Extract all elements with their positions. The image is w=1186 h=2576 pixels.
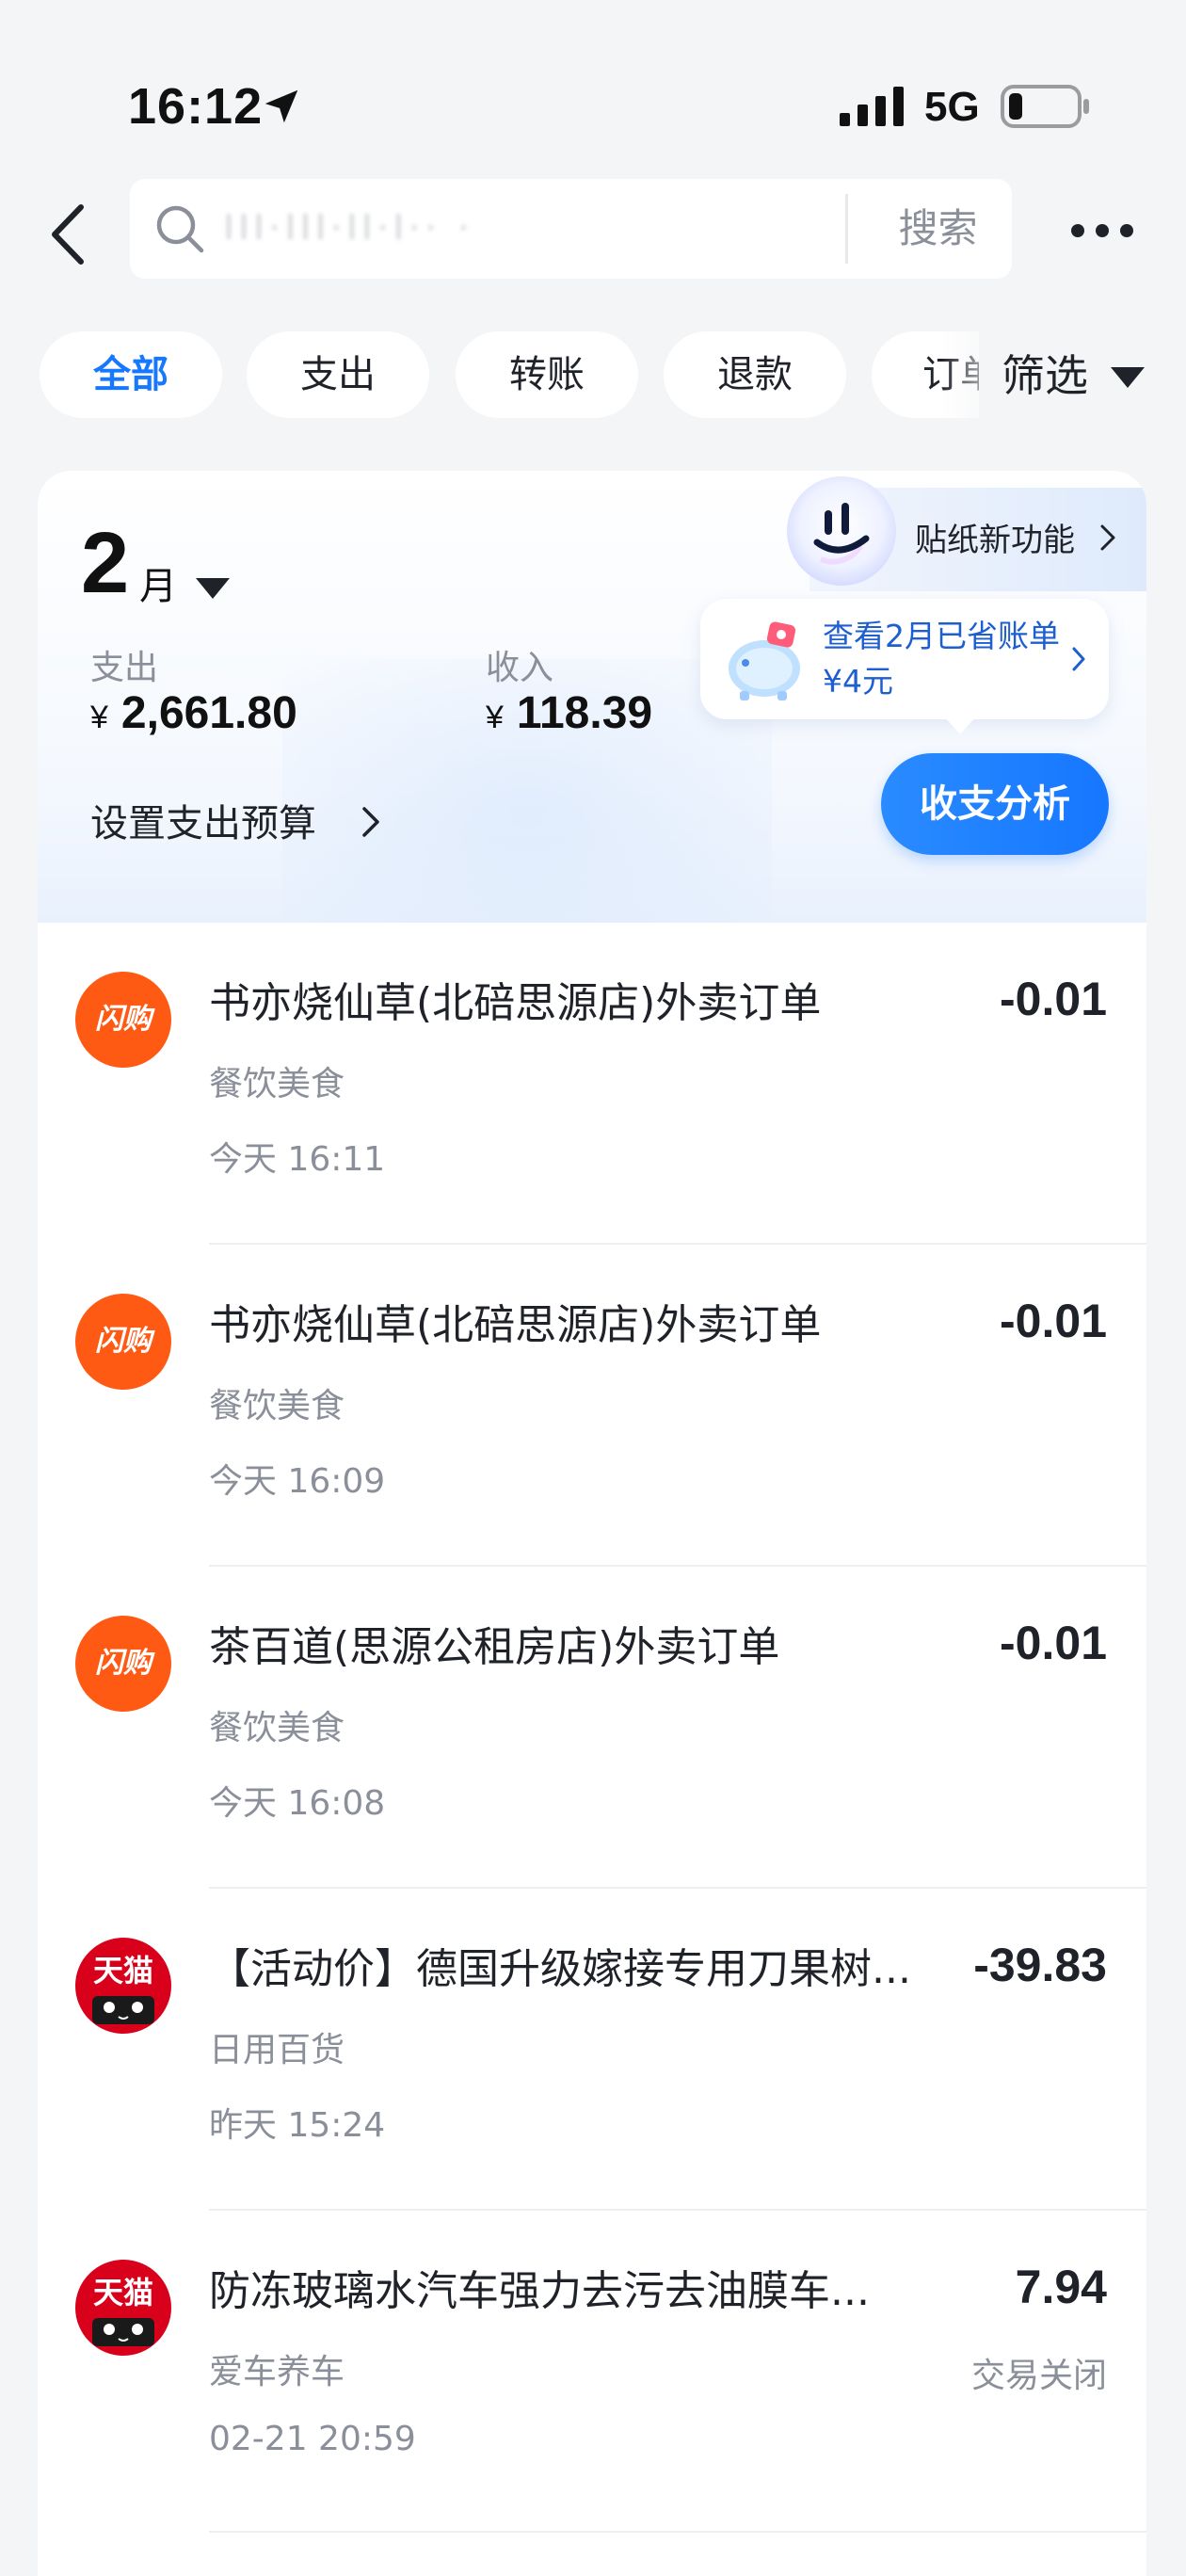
transaction-time: 今天 16:09 <box>209 1462 386 1501</box>
tmall-cat-face-icon <box>92 2318 154 2346</box>
transaction-category: 餐饮美食 <box>209 1387 345 1425</box>
transaction-time: 今天 16:08 <box>209 1784 386 1823</box>
savings-tooltip[interactable]: 查看2月已省账单¥4元 <box>700 599 1109 734</box>
expense-label: 支出 <box>90 649 159 687</box>
transaction-amount: 7.94 <box>1015 2261 1107 2313</box>
transaction-row[interactable]: 闪购 书亦烧仙草(北碚思源店)外卖订单 餐饮美食 今天 16:09 -0.01 <box>38 1245 1146 1567</box>
tmall-logo-icon: 天猫 <box>75 1938 171 2034</box>
shangou-logo-icon: 闪购 <box>75 1294 171 1390</box>
shangou-logo-icon: 闪购 <box>75 972 171 1068</box>
search-icon <box>156 205 204 253</box>
transaction-title: 【活动价】德国升级嫁接专用刀果树... <box>209 1945 911 1993</box>
more-dots-icon[interactable] <box>1069 220 1135 241</box>
sticker-feature-label[interactable]: 贴纸新功能 <box>915 514 1075 560</box>
income-label: 收入 <box>486 649 554 687</box>
transaction-category: 日用百货 <box>209 2031 345 2069</box>
savings-text: 查看2月已省账单¥4元 <box>823 618 1060 700</box>
location-arrow-icon <box>264 89 298 123</box>
back-chevron-icon[interactable] <box>47 201 88 267</box>
transaction-amount: -0.01 <box>1000 1617 1107 1669</box>
tmall-cat-face-icon <box>92 1996 154 2024</box>
chevron-right-icon[interactable] <box>361 806 380 838</box>
tmall-logo-icon: 天猫 <box>75 2260 171 2356</box>
battery-icon <box>1001 85 1089 128</box>
logo-label: 闪购 <box>95 1003 152 1036</box>
caret-down-icon <box>1111 367 1145 388</box>
shangou-logo-icon: 闪购 <box>75 1616 171 1712</box>
logo-label: 闪购 <box>95 1325 152 1358</box>
signal-bars-icon <box>840 87 904 126</box>
search-button[interactable]: 搜索 <box>864 179 1012 279</box>
transaction-row[interactable]: 天猫 【活动价】德国升级嫁接专用刀果树... 日用百货 昨天 15:24 -39… <box>38 1889 1146 2211</box>
transaction-category: 餐饮美食 <box>209 1709 345 1747</box>
transaction-time: 今天 16:11 <box>209 1140 386 1179</box>
search-bar[interactable]: lll·lll·ll·l·· · 搜索 <box>130 179 1012 279</box>
transaction-title: 书亦烧仙草(北碚思源店)外卖订单 <box>209 1301 822 1349</box>
transaction-status: 交易关闭 <box>970 2357 1107 2395</box>
month-unit[interactable]: 月 <box>139 555 177 610</box>
set-budget-link[interactable]: 设置支出预算 <box>90 793 316 847</box>
transaction-time: 昨天 15:24 <box>209 2106 386 2145</box>
logo-label: 天猫 <box>92 2275 153 2310</box>
chip-refund[interactable]: 退款 <box>664 331 846 418</box>
transaction-amount: -0.01 <box>1000 973 1107 1025</box>
transaction-category: 爱车养车 <box>209 2353 345 2391</box>
transaction-row[interactable]: 闪购 书亦烧仙草(北碚思源店)外卖订单 餐饮美食 今天 16:11 -0.01 <box>38 923 1146 1245</box>
transaction-category: 餐饮美食 <box>209 1065 345 1103</box>
expense-amount: ¥2,661.80 <box>90 687 297 739</box>
filter-button[interactable]: 筛选 <box>979 331 1186 420</box>
income-value: 118.39 <box>516 688 653 738</box>
status-bar: 16:12 5G <box>0 0 1186 169</box>
row-divider <box>209 2531 1146 2533</box>
chevron-right-icon <box>1072 647 1085 671</box>
transaction-amount: -39.83 <box>973 1939 1107 1991</box>
network-type: 5G <box>924 84 980 130</box>
month-selector-value[interactable]: 2 <box>81 516 129 610</box>
logo-label: 天猫 <box>92 1953 153 1988</box>
transaction-row[interactable]: 天猫 防冻玻璃水汽车强力去污去油膜车... 爱车养车 02-21 20:59 7… <box>38 2211 1146 2533</box>
transaction-title: 茶百道(思源公租房店)外卖订单 <box>209 1623 780 1671</box>
search-divider <box>845 194 848 264</box>
chip-transfer[interactable]: 转账 <box>456 331 638 418</box>
transaction-title: 防冻玻璃水汽车强力去污去油膜车... <box>209 2267 870 2315</box>
status-time: 16:12 <box>128 78 264 135</box>
transaction-amount: -0.01 <box>1000 1295 1107 1347</box>
transaction-time: 02-21 20:59 <box>209 2420 416 2458</box>
transaction-list: 闪购 书亦烧仙草(北碚思源店)外卖订单 餐饮美食 今天 16:11 -0.01 … <box>38 923 1146 2576</box>
chevron-right-icon <box>1100 524 1115 551</box>
chip-all[interactable]: 全部 <box>40 331 222 418</box>
piggy-bank-icon <box>729 621 800 700</box>
caret-down-icon[interactable] <box>194 576 232 601</box>
transaction-row[interactable]: 闪购 茶百道(思源公租房店)外卖订单 餐饮美食 今天 16:08 -0.01 <box>38 1567 1146 1889</box>
mascot-face-icon <box>787 476 896 586</box>
expense-currency: ¥ <box>90 700 108 735</box>
chip-expense[interactable]: 支出 <box>247 331 429 418</box>
income-currency: ¥ <box>486 700 504 735</box>
filter-label: 筛选 <box>1002 350 1088 401</box>
transaction-title: 书亦烧仙草(北碚思源店)外卖订单 <box>209 979 822 1027</box>
income-expense-analysis-button[interactable]: 收支分析 <box>881 753 1109 855</box>
logo-label: 闪购 <box>95 1647 152 1680</box>
expense-value: 2,661.80 <box>120 688 297 738</box>
income-amount: ¥118.39 <box>486 687 652 739</box>
search-input[interactable]: lll·lll·ll·l·· · <box>224 203 619 254</box>
